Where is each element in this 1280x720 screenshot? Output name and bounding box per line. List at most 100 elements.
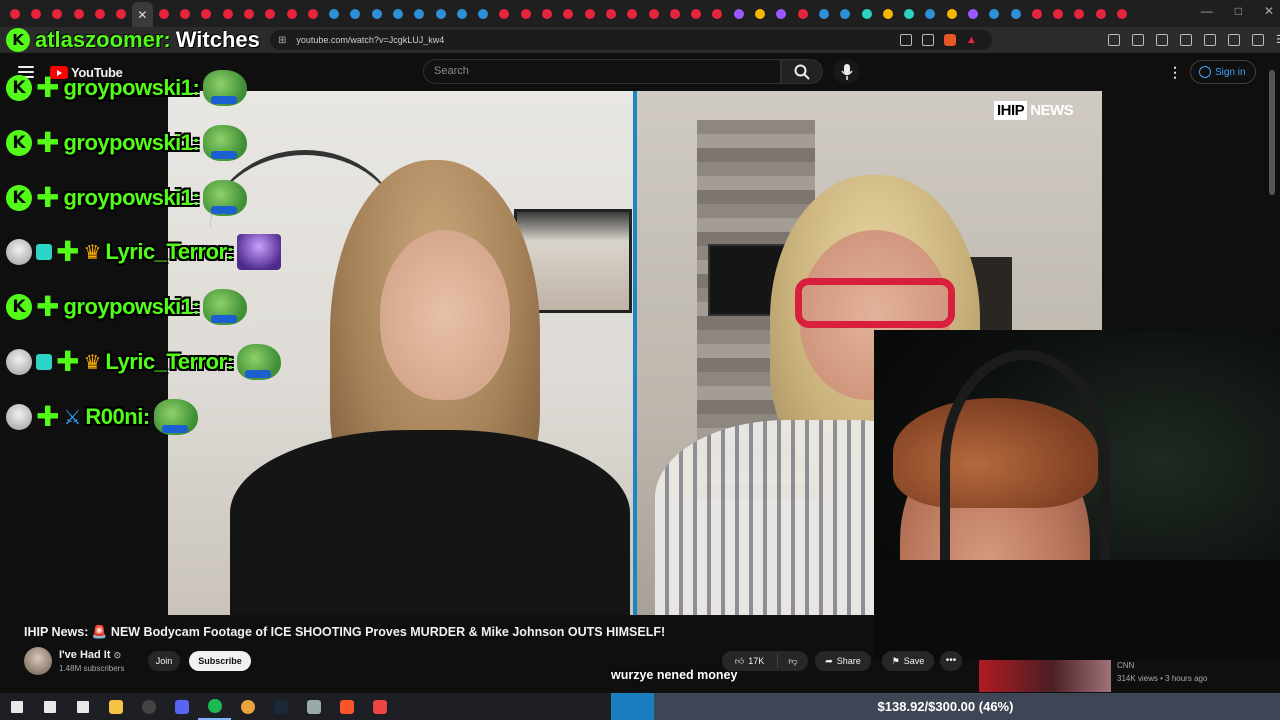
browser-tab[interactable] (941, 3, 962, 25)
browser-tab[interactable] (68, 3, 89, 25)
dislike-button[interactable]: 👎︎ (778, 656, 808, 667)
browser-tab[interactable] (494, 3, 515, 25)
browser-tab[interactable] (920, 3, 941, 25)
browser-tab[interactable] (217, 3, 238, 25)
browser-tab[interactable] (302, 3, 323, 25)
browser-tab[interactable] (515, 3, 536, 25)
vpn-icon[interactable] (1252, 34, 1264, 46)
browser-tab[interactable] (1005, 3, 1026, 25)
app-icon[interactable] (297, 693, 330, 720)
minimize-icon[interactable]: — (1201, 4, 1213, 18)
browser-tab[interactable] (323, 3, 344, 25)
spotify-icon[interactable] (198, 693, 231, 720)
page-scrollbar-thumb[interactable] (1269, 70, 1275, 195)
channel-name[interactable]: I've Had It ⊙ (59, 649, 121, 661)
browser-tab[interactable] (1111, 3, 1132, 25)
more-actions-button[interactable]: ••• (940, 651, 962, 671)
browser-tab[interactable] (260, 3, 281, 25)
browser-tab[interactable] (345, 3, 366, 25)
leo-ai-icon[interactable] (1228, 34, 1240, 46)
screenshot-icon[interactable] (1132, 34, 1144, 46)
subscribe-button[interactable]: Subscribe (189, 651, 251, 671)
browser-tab[interactable] (1090, 3, 1111, 25)
browser-tab[interactable] (536, 3, 557, 25)
browser-tab[interactable] (25, 3, 46, 25)
site-info-icon[interactable]: ⊞ (278, 35, 286, 46)
file-explorer-icon[interactable] (99, 693, 132, 720)
browser-tab[interactable] (622, 3, 643, 25)
browser-tab[interactable] (771, 3, 792, 25)
search-input[interactable]: Search (423, 59, 781, 84)
obs-icon[interactable] (132, 693, 165, 720)
search-button[interactable] (781, 59, 823, 84)
browser-tab[interactable] (409, 3, 430, 25)
discord-icon[interactable] (165, 693, 198, 720)
chrome-icon[interactable] (231, 693, 264, 720)
browser-tab[interactable] (174, 3, 195, 25)
browser-tab[interactable] (600, 3, 621, 25)
cast-icon[interactable] (900, 34, 912, 46)
voice-search-button[interactable] (833, 59, 860, 84)
recommended-video-thumbnail[interactable] (979, 660, 1111, 692)
browser-tab[interactable] (707, 3, 728, 25)
app-icon-2[interactable] (363, 693, 396, 720)
menu-icon[interactable]: ☰ (1276, 34, 1280, 46)
browser-tab[interactable] (281, 3, 302, 25)
browser-tab[interactable]: ✕ (131, 2, 154, 27)
browser-tab[interactable] (856, 3, 877, 25)
sidebar-icon[interactable] (1180, 34, 1192, 46)
steam-icon[interactable] (264, 693, 297, 720)
like-button[interactable]: 👍︎ 17K (722, 654, 778, 668)
browser-tab[interactable] (473, 3, 494, 25)
browser-tab[interactable] (984, 3, 1005, 25)
extensions-icon[interactable] (1108, 34, 1120, 46)
brave-rewards-icon[interactable]: ▲ (966, 34, 977, 46)
browser-tab[interactable] (430, 3, 451, 25)
settings-kebab-icon[interactable]: ⋮ (1168, 64, 1182, 81)
url-bar[interactable]: ⊞ youtube.com/watch?v=JcgkLUJ_kw4 (270, 30, 992, 50)
share-button[interactable]: ➦ Share (815, 651, 871, 671)
browser-tab[interactable] (643, 3, 664, 25)
recommended-channel[interactable]: CNN (1117, 661, 1134, 670)
browser-tab[interactable] (813, 3, 834, 25)
search-icon[interactable] (33, 693, 66, 720)
browser-tab[interactable] (728, 3, 749, 25)
share-icon[interactable] (922, 34, 934, 46)
browser-tab[interactable] (366, 3, 387, 25)
tab-search-icon[interactable] (1204, 34, 1216, 46)
browser-tab[interactable] (558, 3, 579, 25)
browser-tab[interactable] (898, 3, 919, 25)
sign-in-button[interactable]: Sign in (1190, 60, 1256, 84)
browser-tab[interactable] (877, 3, 898, 25)
browser-tab[interactable] (153, 3, 174, 25)
browser-tab[interactable] (110, 3, 131, 25)
browser-tab[interactable] (686, 3, 707, 25)
join-button[interactable]: Join (148, 651, 180, 671)
brave-icon[interactable] (330, 693, 363, 720)
save-button[interactable]: ⚑ Save (882, 651, 934, 671)
browser-tab[interactable] (451, 3, 472, 25)
browser-tab[interactable] (962, 3, 983, 25)
browser-tab[interactable] (749, 3, 770, 25)
brave-shield-icon[interactable] (944, 34, 956, 46)
windows-start-icon[interactable] (0, 693, 33, 720)
browser-tab[interactable] (238, 3, 259, 25)
browser-tab[interactable] (1048, 3, 1069, 25)
browser-tab[interactable] (89, 3, 110, 25)
close-icon[interactable]: ✕ (1264, 4, 1274, 18)
browser-tab[interactable] (664, 3, 685, 25)
browser-tab[interactable] (1069, 3, 1090, 25)
media-icon[interactable] (1156, 34, 1168, 46)
browser-tab[interactable] (1026, 3, 1047, 25)
close-tab-icon[interactable]: ✕ (137, 9, 147, 21)
maximize-icon[interactable]: □ (1235, 4, 1242, 18)
browser-tab[interactable] (792, 3, 813, 25)
browser-tab[interactable] (4, 3, 25, 25)
browser-tab[interactable] (579, 3, 600, 25)
browser-tab[interactable] (47, 3, 68, 25)
task-view-icon[interactable] (66, 693, 99, 720)
browser-tab[interactable] (387, 3, 408, 25)
browser-tab[interactable] (835, 3, 856, 25)
browser-tab[interactable] (196, 3, 217, 25)
channel-avatar[interactable] (24, 647, 52, 675)
